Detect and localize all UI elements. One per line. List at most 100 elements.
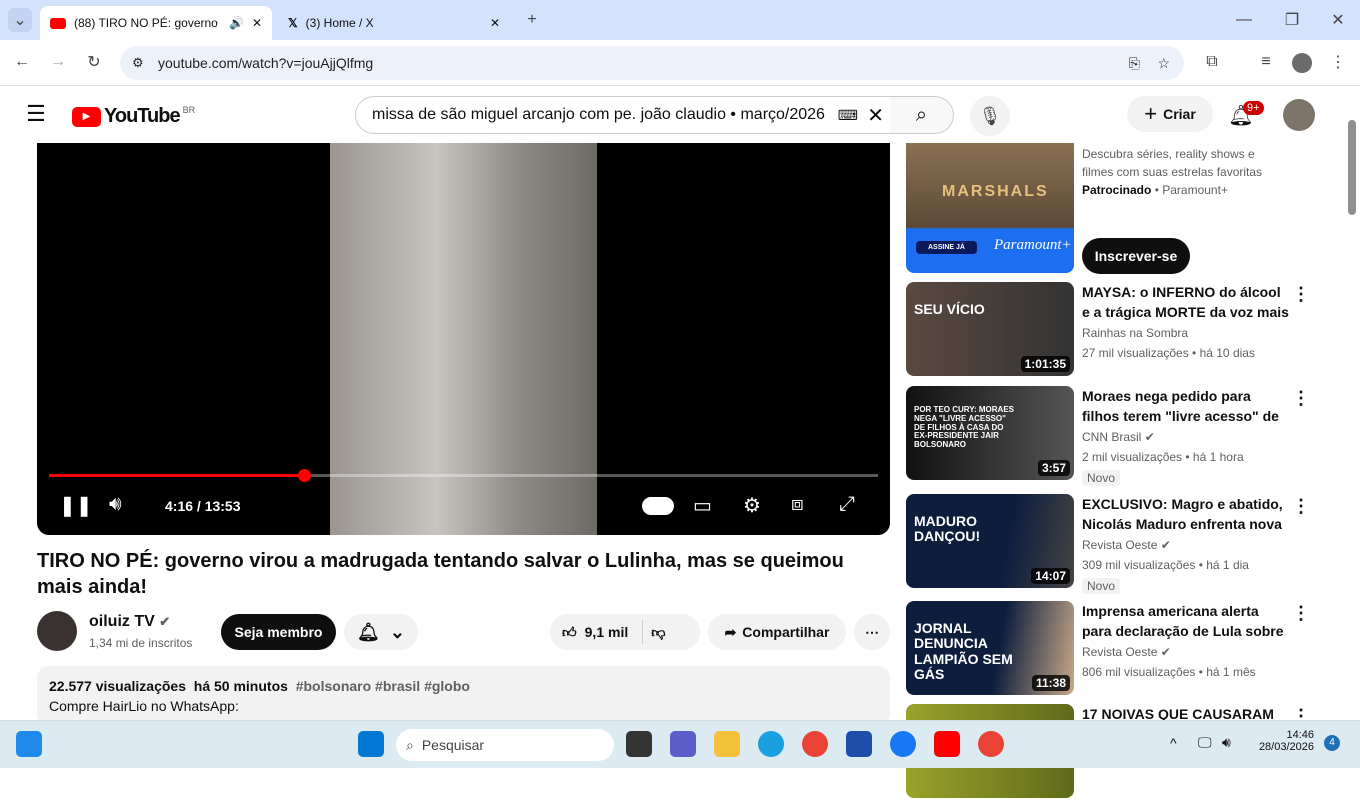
close-window-button[interactable]: ✕ (1326, 8, 1350, 32)
chrome-profile-icon[interactable] (978, 731, 1004, 757)
more-options-icon[interactable]: ⋮ (1292, 496, 1310, 517)
profile-avatar[interactable] (1292, 53, 1312, 73)
video-thumbnail[interactable]: SEU VÍCIO 1:01:35 (906, 282, 1074, 376)
install-app-icon[interactable]: ⎘ (1129, 55, 1140, 72)
recommended-video[interactable]: MADURO DANÇOU! 14:07 EXCLUSIVO: Magro e ab… (906, 494, 1346, 594)
minimize-button[interactable]: — (1232, 8, 1256, 32)
upload-age: há 50 minutos (193, 678, 288, 694)
volume-button[interactable]: 🔊︎ (109, 493, 122, 516)
sponsored-ad[interactable]: MARSHALS ASSINE JÁ Paramount+ Descubra s… (906, 143, 1346, 274)
network-icon[interactable]: 🖵 (1198, 734, 1212, 751)
restore-button[interactable]: ❐ (1280, 8, 1304, 32)
facebook-icon[interactable] (890, 731, 916, 757)
channel-name[interactable]: Rainhas na Sombra (1082, 326, 1188, 340)
more-options-icon[interactable]: ⋮ (1292, 388, 1310, 409)
video-thumbnail[interactable]: POR TEO CURY: MORAES NEGA "LIVRE ACESSO"… (906, 386, 1074, 480)
hashtags[interactable]: #bolsonaro #brasil #globo (296, 678, 470, 694)
autoplay-toggle[interactable] (642, 497, 674, 515)
verified-icon: ✔ (159, 614, 171, 629)
teams-icon[interactable] (670, 731, 696, 757)
close-tab-icon[interactable]: ✕ (252, 16, 262, 30)
duration-badge: 3:57 (1037, 460, 1070, 476)
back-button[interactable]: ← (10, 50, 34, 74)
channel-name[interactable]: CNN Brasil ✔ (1082, 430, 1155, 444)
more-options-icon[interactable]: ⋮ (1292, 603, 1310, 624)
extensions-icon[interactable]: ⧉ (1200, 50, 1224, 74)
share-button[interactable]: ➦ Compartilhar (708, 614, 846, 650)
video-thumbnail[interactable]: MADURO DANÇOU! 14:07 (906, 494, 1074, 588)
fullscreen-button[interactable]: ⤢ (839, 493, 855, 516)
start-button[interactable] (358, 731, 384, 757)
video-title[interactable]: Imprensa americana alerta para declaraçã… (1082, 601, 1292, 641)
settings-gear-icon[interactable]: ⚙ (743, 493, 761, 518)
scrubber-handle[interactable] (297, 469, 311, 482)
account-avatar[interactable] (1283, 99, 1315, 131)
close-tab-icon[interactable]: ✕ (490, 16, 500, 30)
youtube-logo[interactable]: ▶ YouTube BR (72, 105, 195, 128)
widgets-icon[interactable] (16, 731, 42, 757)
channel-name[interactable]: Revista Oeste ✔ (1082, 538, 1171, 552)
video-meta: 806 mil visualizações • há 1 mês (1082, 665, 1256, 679)
channel-name[interactable]: Revista Oeste ✔ (1082, 645, 1171, 659)
site-info-icon[interactable]: ⚙ (132, 55, 144, 71)
recommended-video[interactable]: POR TEO CURY: MORAES NEGA "LIVRE ACESSO"… (906, 386, 1346, 486)
store-icon[interactable] (846, 731, 872, 757)
edge-icon[interactable] (758, 731, 784, 757)
media-controls-icon[interactable]: ≡ (1254, 50, 1278, 74)
menu-icon[interactable]: ⋮ (1326, 50, 1350, 74)
subscription-bell-button[interactable]: 🔔︎ ⌄ (344, 614, 418, 650)
like-count[interactable]: 9,1 mil (585, 624, 629, 640)
theater-mode-button[interactable]: ⧈ (791, 493, 804, 516)
notification-center-badge[interactable]: 4 (1324, 735, 1340, 751)
like-dislike-group: 👍︎ 9,1 mil 👎︎ (550, 614, 700, 650)
windows-taskbar: ⌕ Pesquisar ^ 🖵 🔊︎ 14:46 28/03/2026 4 (0, 720, 1360, 768)
create-button[interactable]: + Criar (1127, 96, 1213, 132)
recommended-video[interactable]: JORNAL DENUNCIA LAMPIÃO SEM GÁS 11:38 Impr… (906, 601, 1346, 697)
thumbnail-text: MADURO DANÇOU! (914, 513, 981, 545)
video-player[interactable]: ❚❚ 🔊︎ 4:16 / 13:53 ▭ ⚙ ⧈ ⤢ (37, 143, 890, 535)
tab-x[interactable]: 𝕏 (3) Home / X ✕ (278, 6, 510, 40)
like-icon[interactable]: 👍︎ (562, 624, 577, 641)
more-options-icon[interactable]: ⋮ (1292, 284, 1310, 305)
url-bar[interactable]: ⚙ youtube.com/watch?v=jouAjjQlfmg ⎘ ☆ (120, 46, 1184, 80)
subtitles-button[interactable]: ▭ (693, 493, 712, 518)
recommended-video[interactable]: SEU VÍCIO 1:01:35 MAYSA: o INFERNO do álco… (906, 282, 1346, 378)
task-view-icon[interactable] (626, 731, 652, 757)
page-scrollbar[interactable] (1348, 120, 1356, 215)
bookmark-star-icon[interactable]: ☆ (1157, 55, 1170, 72)
tab-youtube[interactable]: (88) TIRO NO PÉ: governo v 🔊 ✕ (40, 6, 272, 40)
forward-button[interactable]: → (46, 50, 70, 74)
verified-icon: ✔ (1160, 645, 1171, 659)
show-hidden-icons[interactable]: ^ (1170, 735, 1177, 751)
search-button[interactable]: ⌕ (890, 96, 954, 134)
dislike-icon[interactable]: 👎︎ (651, 624, 665, 641)
youtube-app-icon[interactable] (934, 731, 960, 757)
channel-name[interactable]: oiluiz TV ✔ (89, 613, 170, 631)
keyboard-icon[interactable]: ⌨ (838, 107, 858, 124)
video-title[interactable]: MAYSA: o INFERNO do álcool e a trágica M… (1082, 282, 1292, 322)
voice-search-button[interactable]: 🎙 (970, 96, 1010, 136)
file-explorer-icon[interactable] (714, 731, 740, 757)
pause-button[interactable]: ❚❚ (59, 493, 93, 518)
video-title[interactable]: EXCLUSIVO: Magro e abatido, Nicolás Madu… (1082, 494, 1292, 534)
taskbar-search[interactable]: ⌕ Pesquisar (396, 729, 614, 761)
video-title[interactable]: Moraes nega pedido para filhos terem "li… (1082, 386, 1292, 426)
description-box[interactable]: 22.577 visualizações há 50 minutos #bols… (37, 666, 890, 726)
ad-thumbnail[interactable]: MARSHALS ASSINE JÁ Paramount+ (906, 143, 1074, 273)
channel-avatar[interactable] (37, 611, 77, 651)
volume-icon[interactable]: 🔊︎ (1222, 734, 1231, 751)
reload-button[interactable]: ↻ (82, 50, 106, 74)
video-thumbnail[interactable]: JORNAL DENUNCIA LAMPIÃO SEM GÁS 11:38 (906, 601, 1074, 695)
join-button[interactable]: Seja membro (221, 614, 336, 650)
more-actions-button[interactable]: ⋯ (854, 614, 890, 650)
search-input[interactable]: missa de são miguel arcanjo com pe. joão… (355, 96, 891, 134)
ad-subscribe-button[interactable]: Inscrever-se (1082, 238, 1190, 274)
speaker-icon[interactable]: 🔊 (229, 16, 244, 30)
hamburger-menu-icon[interactable]: ☰ (24, 101, 48, 126)
progress-bar[interactable] (49, 469, 878, 482)
chrome-icon[interactable] (802, 731, 828, 757)
new-tab-button[interactable]: + (520, 8, 544, 32)
clock[interactable]: 14:46 28/03/2026 (1256, 729, 1314, 753)
tab-search-button[interactable]: ⌄ (8, 8, 32, 32)
clear-search-icon[interactable]: ✕ (867, 103, 884, 128)
